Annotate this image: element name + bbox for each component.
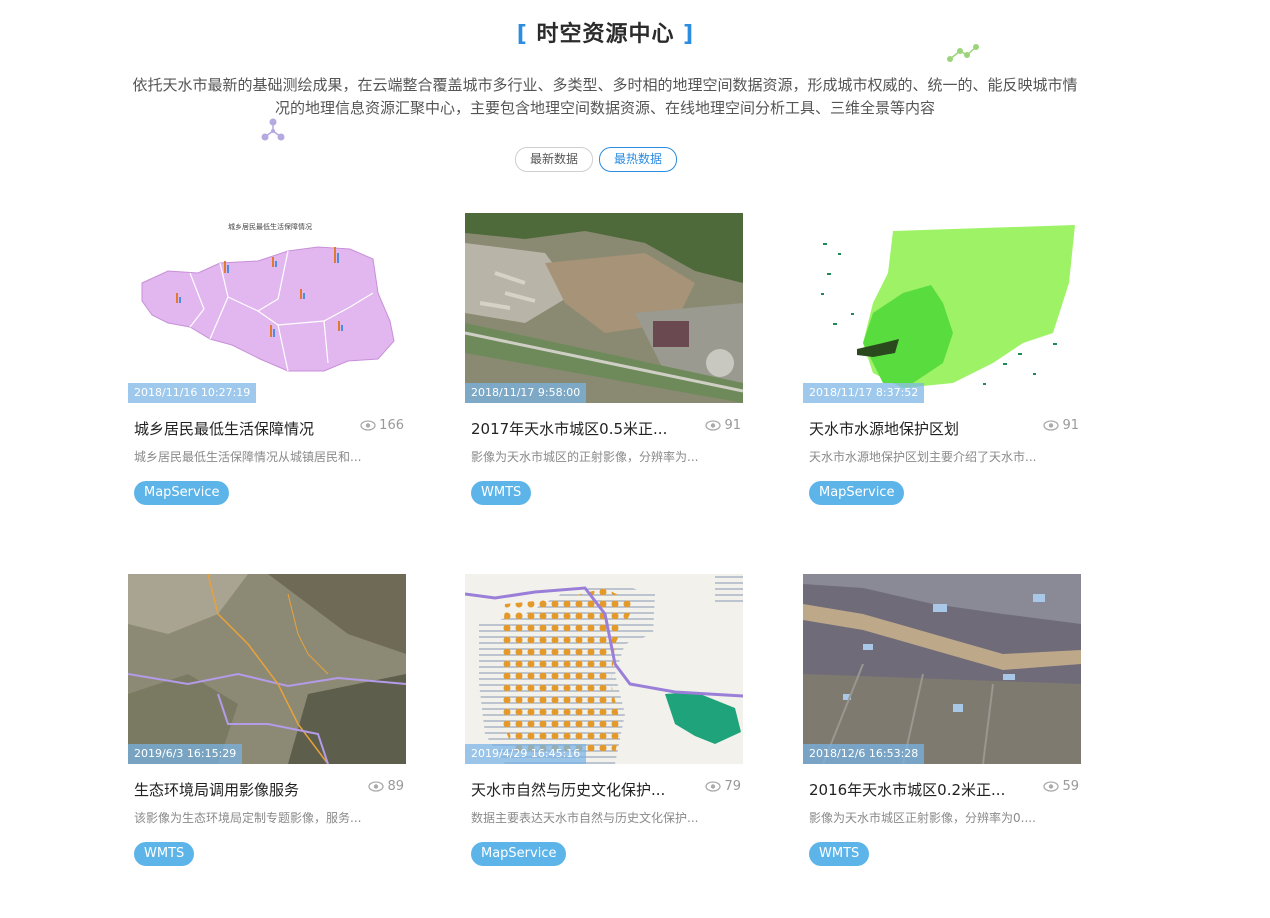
card-description: 影像为天水市城区正射影像，分辨率为0....: [809, 811, 1036, 825]
card-description: 城乡居民最低生活保障情况从城镇居民和...: [134, 450, 362, 464]
view-count-value: 166: [379, 418, 404, 433]
card-description: 数据主要表达天水市自然与历史文化保护...: [471, 811, 699, 825]
molecule-icon: [261, 118, 285, 141]
view-count: 91: [1043, 418, 1079, 433]
card-thumbnail[interactable]: 2019/4/29 16:45:16: [465, 574, 743, 764]
view-count: 166: [360, 418, 404, 433]
card-thumbnail[interactable]: 2019/6/3 16:15:29: [128, 574, 406, 764]
card-title[interactable]: 生态环境局调用影像服务: [134, 779, 334, 800]
card-thumbnail[interactable]: 城乡居民最低生活保障情况 2018/11/16 10:27:19: [128, 213, 406, 403]
title-bracket-right: ]: [683, 22, 695, 47]
eye-icon: [705, 781, 722, 792]
view-count-value: 89: [387, 779, 404, 794]
intro-description: 依托天水市最新的基础测绘成果，在云端整合覆盖城市多行业、多类型、多时相的地理空间…: [132, 76, 1078, 117]
service-type-badge[interactable]: WMTS: [809, 842, 870, 866]
resource-card[interactable]: 2019/6/3 16:15:29 生态环境局调用影像服务 89 该影像为生态环…: [128, 574, 406, 866]
card-thumbnail[interactable]: 2018/11/17 9:58:00: [465, 213, 743, 403]
service-type-badge[interactable]: WMTS: [134, 842, 195, 866]
view-count-value: 91: [724, 418, 741, 433]
terrain-image: [128, 574, 406, 764]
card-title[interactable]: 2017年天水市城区0.5米正...: [471, 418, 671, 439]
card-title[interactable]: 2016年天水市城区0.2米正...: [809, 779, 1009, 800]
view-count: 91: [705, 418, 741, 433]
view-count-value: 79: [724, 779, 741, 794]
resource-card[interactable]: 2018/12/6 16:53:28 2016年天水市城区0.2米正... 59…: [803, 574, 1081, 866]
card-description: 天水市水源地保护区划主要介绍了天水市...: [809, 450, 1037, 464]
heritage-map-image: [465, 574, 743, 764]
tab-hottest[interactable]: 最热数据: [599, 147, 678, 172]
timestamp: 2018/11/17 9:58:00: [465, 383, 587, 403]
card-thumbnail[interactable]: 2018/11/17 8:37:52: [803, 213, 1081, 403]
resource-card[interactable]: 2018/11/17 9:58:00 2017年天水市城区0.5米正... 91…: [465, 213, 743, 505]
card-title[interactable]: 天水市自然与历史文化保护...: [471, 779, 671, 800]
card-title[interactable]: 天水市水源地保护区划: [809, 418, 1009, 439]
title-text: 时空资源中心: [536, 22, 675, 47]
card-thumbnail[interactable]: 2018/12/6 16:53:28: [803, 574, 1081, 764]
view-count: 79: [705, 779, 741, 794]
page-title: [ 时空资源中心 ]: [0, 16, 1211, 48]
tab-latest[interactable]: 最新数据: [515, 147, 594, 172]
timestamp: 2019/6/3 16:15:29: [128, 744, 243, 764]
resource-card[interactable]: 2018/11/17 8:37:52 天水市水源地保护区划 91 天水市水源地保…: [803, 213, 1081, 505]
urban-image: [803, 574, 1081, 764]
tab-bar: 最新数据 最热数据: [515, 147, 678, 172]
service-type-badge[interactable]: MapService: [134, 481, 230, 505]
connected-dots-icon: [947, 44, 979, 62]
service-type-badge[interactable]: MapService: [809, 481, 905, 505]
card-title[interactable]: 城乡居民最低生活保障情况: [134, 418, 334, 439]
eye-icon: [1043, 420, 1060, 431]
map-title: 城乡居民最低生活保障情况: [228, 222, 312, 231]
view-count-value: 91: [1062, 418, 1079, 433]
timestamp: 2019/4/29 16:45:16: [465, 744, 587, 764]
resource-card[interactable]: 城乡居民最低生活保障情况 2018/11/16 10:27:19 城乡居民最低生…: [128, 213, 406, 505]
water-protection-map-image: [803, 213, 1081, 403]
timestamp: 2018/11/16 10:27:19: [128, 383, 257, 403]
eye-icon: [1043, 781, 1060, 792]
card-description: 该影像为生态环境局定制专题影像，服务...: [134, 811, 362, 825]
view-count: 59: [1043, 779, 1079, 794]
eye-icon: [360, 420, 376, 431]
view-count: 89: [368, 779, 404, 794]
eye-icon: [368, 781, 385, 792]
resource-card[interactable]: 2019/4/29 16:45:16 天水市自然与历史文化保护... 79 数据…: [465, 574, 743, 866]
timestamp: 2018/12/6 16:53:28: [803, 744, 925, 764]
satellite-image: [465, 213, 743, 403]
eye-icon: [705, 420, 722, 431]
view-count-value: 59: [1062, 779, 1079, 794]
choropleth-map-image: 城乡居民最低生活保障情况: [128, 213, 406, 403]
title-bracket-left: [: [516, 22, 528, 47]
card-description: 影像为天水市城区的正射影像，分辨率为...: [471, 450, 699, 464]
service-type-badge[interactable]: WMTS: [471, 481, 532, 505]
service-type-badge[interactable]: MapService: [471, 842, 567, 866]
timestamp: 2018/11/17 8:37:52: [803, 383, 925, 403]
